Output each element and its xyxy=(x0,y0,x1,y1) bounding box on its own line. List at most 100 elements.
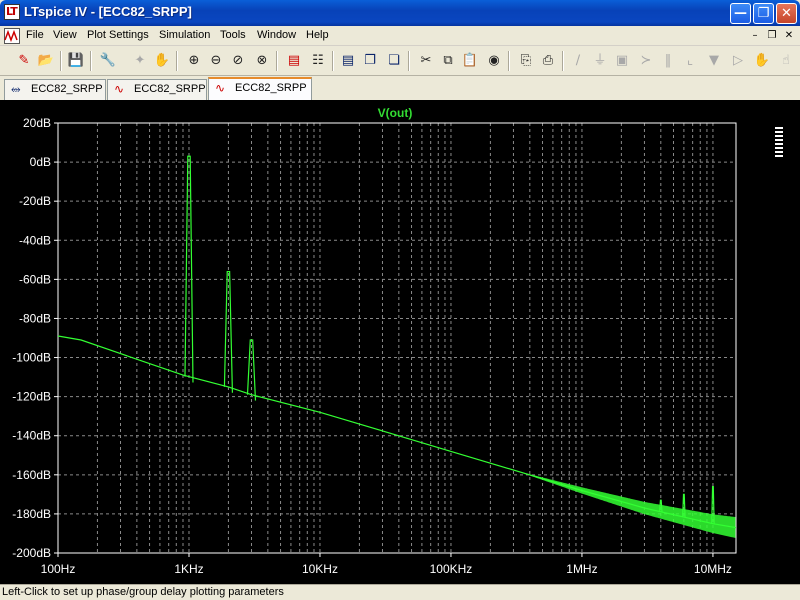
toolbar-separator xyxy=(408,51,410,71)
move-icon[interactable]: ✋ xyxy=(752,51,772,71)
restore-button[interactable]: ❐ xyxy=(753,3,774,24)
y-tick-label: -20dB xyxy=(19,194,51,208)
cascade-icon[interactable]: ❐ xyxy=(360,51,380,71)
mdi-restore-icon[interactable]: ❐ xyxy=(765,29,779,42)
menu-view[interactable]: View xyxy=(53,29,77,41)
y-tick-label: 20dB xyxy=(23,116,51,130)
tile-horizontal-icon[interactable]: ▤ xyxy=(338,51,358,71)
autoscale-icon[interactable]: ▤ xyxy=(284,51,304,71)
mdi-minimize-icon[interactable]: – xyxy=(748,29,762,42)
x-tick-label: 10MHz xyxy=(694,562,732,576)
y-tick-label: -60dB xyxy=(19,272,51,286)
zoom-out-icon[interactable]: ⊖ xyxy=(206,51,226,71)
tab-waveform-2[interactable]: ∿ ECC82_SRPP xyxy=(208,77,312,100)
x-tick-label: 10KHz xyxy=(302,562,338,576)
y-tick-label: -40dB xyxy=(19,233,51,247)
zoom-in-icon[interactable]: ⊕ xyxy=(184,51,204,71)
y-tick-label: -100dB xyxy=(12,351,51,365)
schematic-icon: ⥈ xyxy=(11,82,21,96)
ltspice-app-icon[interactable]: LT xyxy=(4,4,20,20)
toolbar-separator xyxy=(60,51,62,71)
resistor-icon[interactable]: ≻ xyxy=(636,51,656,71)
y-tick-label: -140dB xyxy=(12,429,51,443)
y-tick-label: -180dB xyxy=(12,507,51,521)
close-icon: ✕ xyxy=(781,6,792,21)
y-axis-labels: 20dB 0dB -20dB -40dB -60dB -80dB -100dB -120dB -… xyxy=(12,116,51,560)
minimize-button[interactable]: — xyxy=(730,3,751,24)
y-tick-label: -200dB xyxy=(12,546,51,560)
toolbar-separator xyxy=(90,51,92,71)
tab-label: ECC82_SRPP xyxy=(235,82,307,94)
inductor-icon[interactable]: ⌞ xyxy=(680,51,700,71)
plot-border xyxy=(57,122,737,554)
x-tick-label: 1MHz xyxy=(566,562,597,576)
wire-icon[interactable]: ∕ xyxy=(568,51,588,71)
y-tick-label: -80dB xyxy=(19,311,51,325)
mdi-close-icon[interactable]: ✕ xyxy=(782,29,796,42)
tab-label: ECC82_SRPP xyxy=(134,83,206,95)
toolbar-separator xyxy=(176,51,178,71)
waveform-doc-icon[interactable] xyxy=(4,28,20,44)
status-bar: Left-Click to set up phase/group delay p… xyxy=(0,584,800,600)
ground-icon[interactable]: ⏚ xyxy=(590,51,610,71)
waveform-icon: ∿ xyxy=(215,81,226,95)
y-tick-label: -160dB xyxy=(12,468,51,482)
status-text: Left-Click to set up phase/group delay p… xyxy=(2,586,284,598)
menu-help[interactable]: Help xyxy=(306,29,329,41)
control-panel-icon[interactable]: 🔧 xyxy=(98,51,118,71)
plot-grid xyxy=(58,123,736,553)
menu-file[interactable]: File xyxy=(26,29,44,41)
tab-label: ECC82_SRPP xyxy=(31,83,103,95)
toolbar-separator xyxy=(332,51,334,71)
zoom-cancel-icon[interactable]: ⊗ xyxy=(252,51,272,71)
print-setup-icon[interactable]: ⎘ xyxy=(516,51,536,71)
open-icon[interactable]: 📂 xyxy=(36,51,56,71)
trace-label[interactable]: V(out) xyxy=(378,106,413,120)
label-icon[interactable]: ▣ xyxy=(612,51,632,71)
menu-plot-settings[interactable]: Plot Settings xyxy=(87,29,149,41)
tile-vertical-icon[interactable]: ❏ xyxy=(384,51,404,71)
y-tick-label: -120dB xyxy=(12,390,51,404)
toolbar: ✎ 📂 💾 🔧 ✦ ✋ ⊕ ⊖ ⊘ ⊗ ▤ ☷ ▤ ❐ ❏ ✂ ⧉ 📋 ◉ ⎘ … xyxy=(0,46,800,76)
tab-waveform-1[interactable]: ∿ ECC82_SRPP xyxy=(107,79,207,100)
minimize-icon: — xyxy=(734,6,747,21)
waveform-viewer[interactable]: 20dB 0dB -20dB -40dB -60dB -80dB -100dB -120dB -… xyxy=(0,100,800,584)
x-axis-labels: 100Hz 1KHz 10KHz 100KHz 1MHz 10MHz xyxy=(41,562,732,576)
paste-icon[interactable]: 📋 xyxy=(460,51,480,71)
drag-icon[interactable]: ☝ xyxy=(776,51,796,71)
x-tick-label: 1KHz xyxy=(174,562,203,576)
menu-tools[interactable]: Tools xyxy=(220,29,246,41)
close-button[interactable]: ✕ xyxy=(776,3,797,24)
copy-icon[interactable]: ⧉ xyxy=(438,51,458,71)
document-tabs: ⥈ ECC82_SRPP ∿ ECC82_SRPP ∿ ECC82_SRPP xyxy=(0,76,800,100)
toolbar-separator xyxy=(562,51,564,71)
save-icon[interactable]: 💾 xyxy=(66,51,86,71)
cut-icon[interactable]: ✂ xyxy=(416,51,436,71)
cursor-scale-handle[interactable] xyxy=(775,127,783,159)
tab-schematic[interactable]: ⥈ ECC82_SRPP xyxy=(4,79,106,100)
window-title: LTspice IV - [ECC82_SRPP] xyxy=(24,4,192,19)
title-bar[interactable]: LT LTspice IV - [ECC82_SRPP] — ❐ ✕ xyxy=(0,0,800,26)
menu-window[interactable]: Window xyxy=(257,29,296,41)
find-icon[interactable]: ◉ xyxy=(484,51,504,71)
zoom-full-icon[interactable]: ⊘ xyxy=(228,51,248,71)
harmonic-peak xyxy=(223,270,234,393)
noise-band xyxy=(513,470,736,538)
capacitor-icon[interactable]: ‖ xyxy=(658,51,678,71)
halt-icon[interactable]: ✋ xyxy=(152,51,172,71)
clear-plot-icon[interactable]: ☷ xyxy=(308,51,328,71)
toolbar-separator xyxy=(276,51,278,71)
print-icon[interactable]: ⎙ xyxy=(538,51,558,71)
waveform-icon: ∿ xyxy=(114,82,125,96)
restore-icon: ❐ xyxy=(757,6,770,21)
bode-plot[interactable]: 20dB 0dB -20dB -40dB -60dB -80dB -100dB -120dB -… xyxy=(0,100,800,584)
x-tick-label: 100KHz xyxy=(430,562,473,576)
component-icon[interactable]: ▷ xyxy=(728,51,748,71)
y-tick-label: 0dB xyxy=(30,155,51,169)
menu-bar: File View Plot Settings Simulation Tools… xyxy=(0,26,800,46)
x-tick-label: 100Hz xyxy=(41,562,76,576)
diode-icon[interactable]: ▼ xyxy=(704,51,724,71)
new-schematic-icon[interactable]: ✎ xyxy=(14,51,34,71)
run-icon[interactable]: ✦ xyxy=(130,51,150,71)
menu-simulation[interactable]: Simulation xyxy=(159,29,210,41)
